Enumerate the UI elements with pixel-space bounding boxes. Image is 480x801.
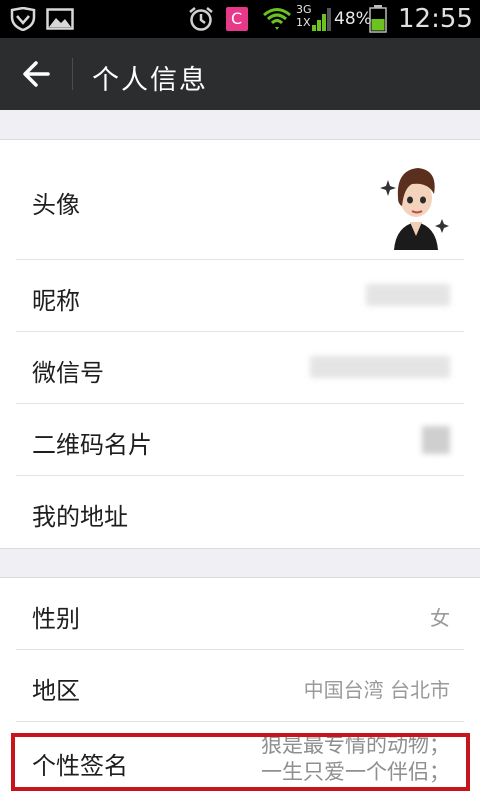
nickname-label: 昵称 — [32, 287, 80, 315]
profile-group: 头像 昵称 微信号 二维码名片 我的地址 — [0, 139, 480, 549]
battery-percent: 48% — [334, 9, 372, 29]
address-label: 我的地址 — [32, 503, 128, 531]
highlight-annotation — [11, 733, 470, 791]
header-divider — [72, 58, 73, 90]
alarm-icon — [189, 7, 213, 31]
wifi-icon — [263, 8, 291, 30]
address-row[interactable]: 我的地址 — [0, 476, 480, 548]
app-c-label: C — [231, 9, 243, 28]
qr-code-row[interactable]: 二维码名片 — [0, 404, 480, 476]
region-value: 中国台湾 台北市 — [303, 678, 450, 702]
avatar — [378, 158, 452, 250]
battery-icon — [369, 5, 387, 33]
wechat-id-label: 微信号 — [32, 359, 104, 387]
avatar-image — [380, 168, 449, 250]
wechat-id-row[interactable]: 微信号 — [0, 332, 480, 404]
gender-row[interactable]: 性别 女 — [0, 578, 480, 650]
network-type: 3G 1X — [296, 3, 312, 29]
nickname-row[interactable]: 昵称 — [0, 260, 480, 332]
shield-icon — [10, 7, 36, 31]
avatar-row[interactable]: 头像 — [0, 140, 480, 260]
app-c-icon: C — [226, 7, 248, 31]
signal-icon — [312, 8, 331, 31]
region-label: 地区 — [32, 677, 80, 705]
gender-label: 性别 — [32, 605, 80, 633]
gender-value: 女 — [430, 606, 450, 630]
region-row[interactable]: 地区 中国台湾 台北市 — [0, 650, 480, 722]
status-bar: C 3G 1X 48% 12:55 — [0, 0, 480, 38]
clock: 12:55 — [398, 4, 473, 34]
nickname-value-blurred — [366, 284, 450, 306]
qr-code-icon — [422, 426, 450, 454]
header-bar: 个人信息 — [0, 38, 480, 110]
avatar-label: 头像 — [32, 191, 80, 219]
back-button[interactable] — [14, 56, 58, 92]
qr-code-label: 二维码名片 — [32, 431, 152, 459]
wechat-id-value-blurred — [310, 356, 450, 378]
arrow-left-icon — [23, 61, 50, 87]
page-title: 个人信息 — [92, 65, 208, 96]
gallery-icon — [46, 8, 74, 30]
